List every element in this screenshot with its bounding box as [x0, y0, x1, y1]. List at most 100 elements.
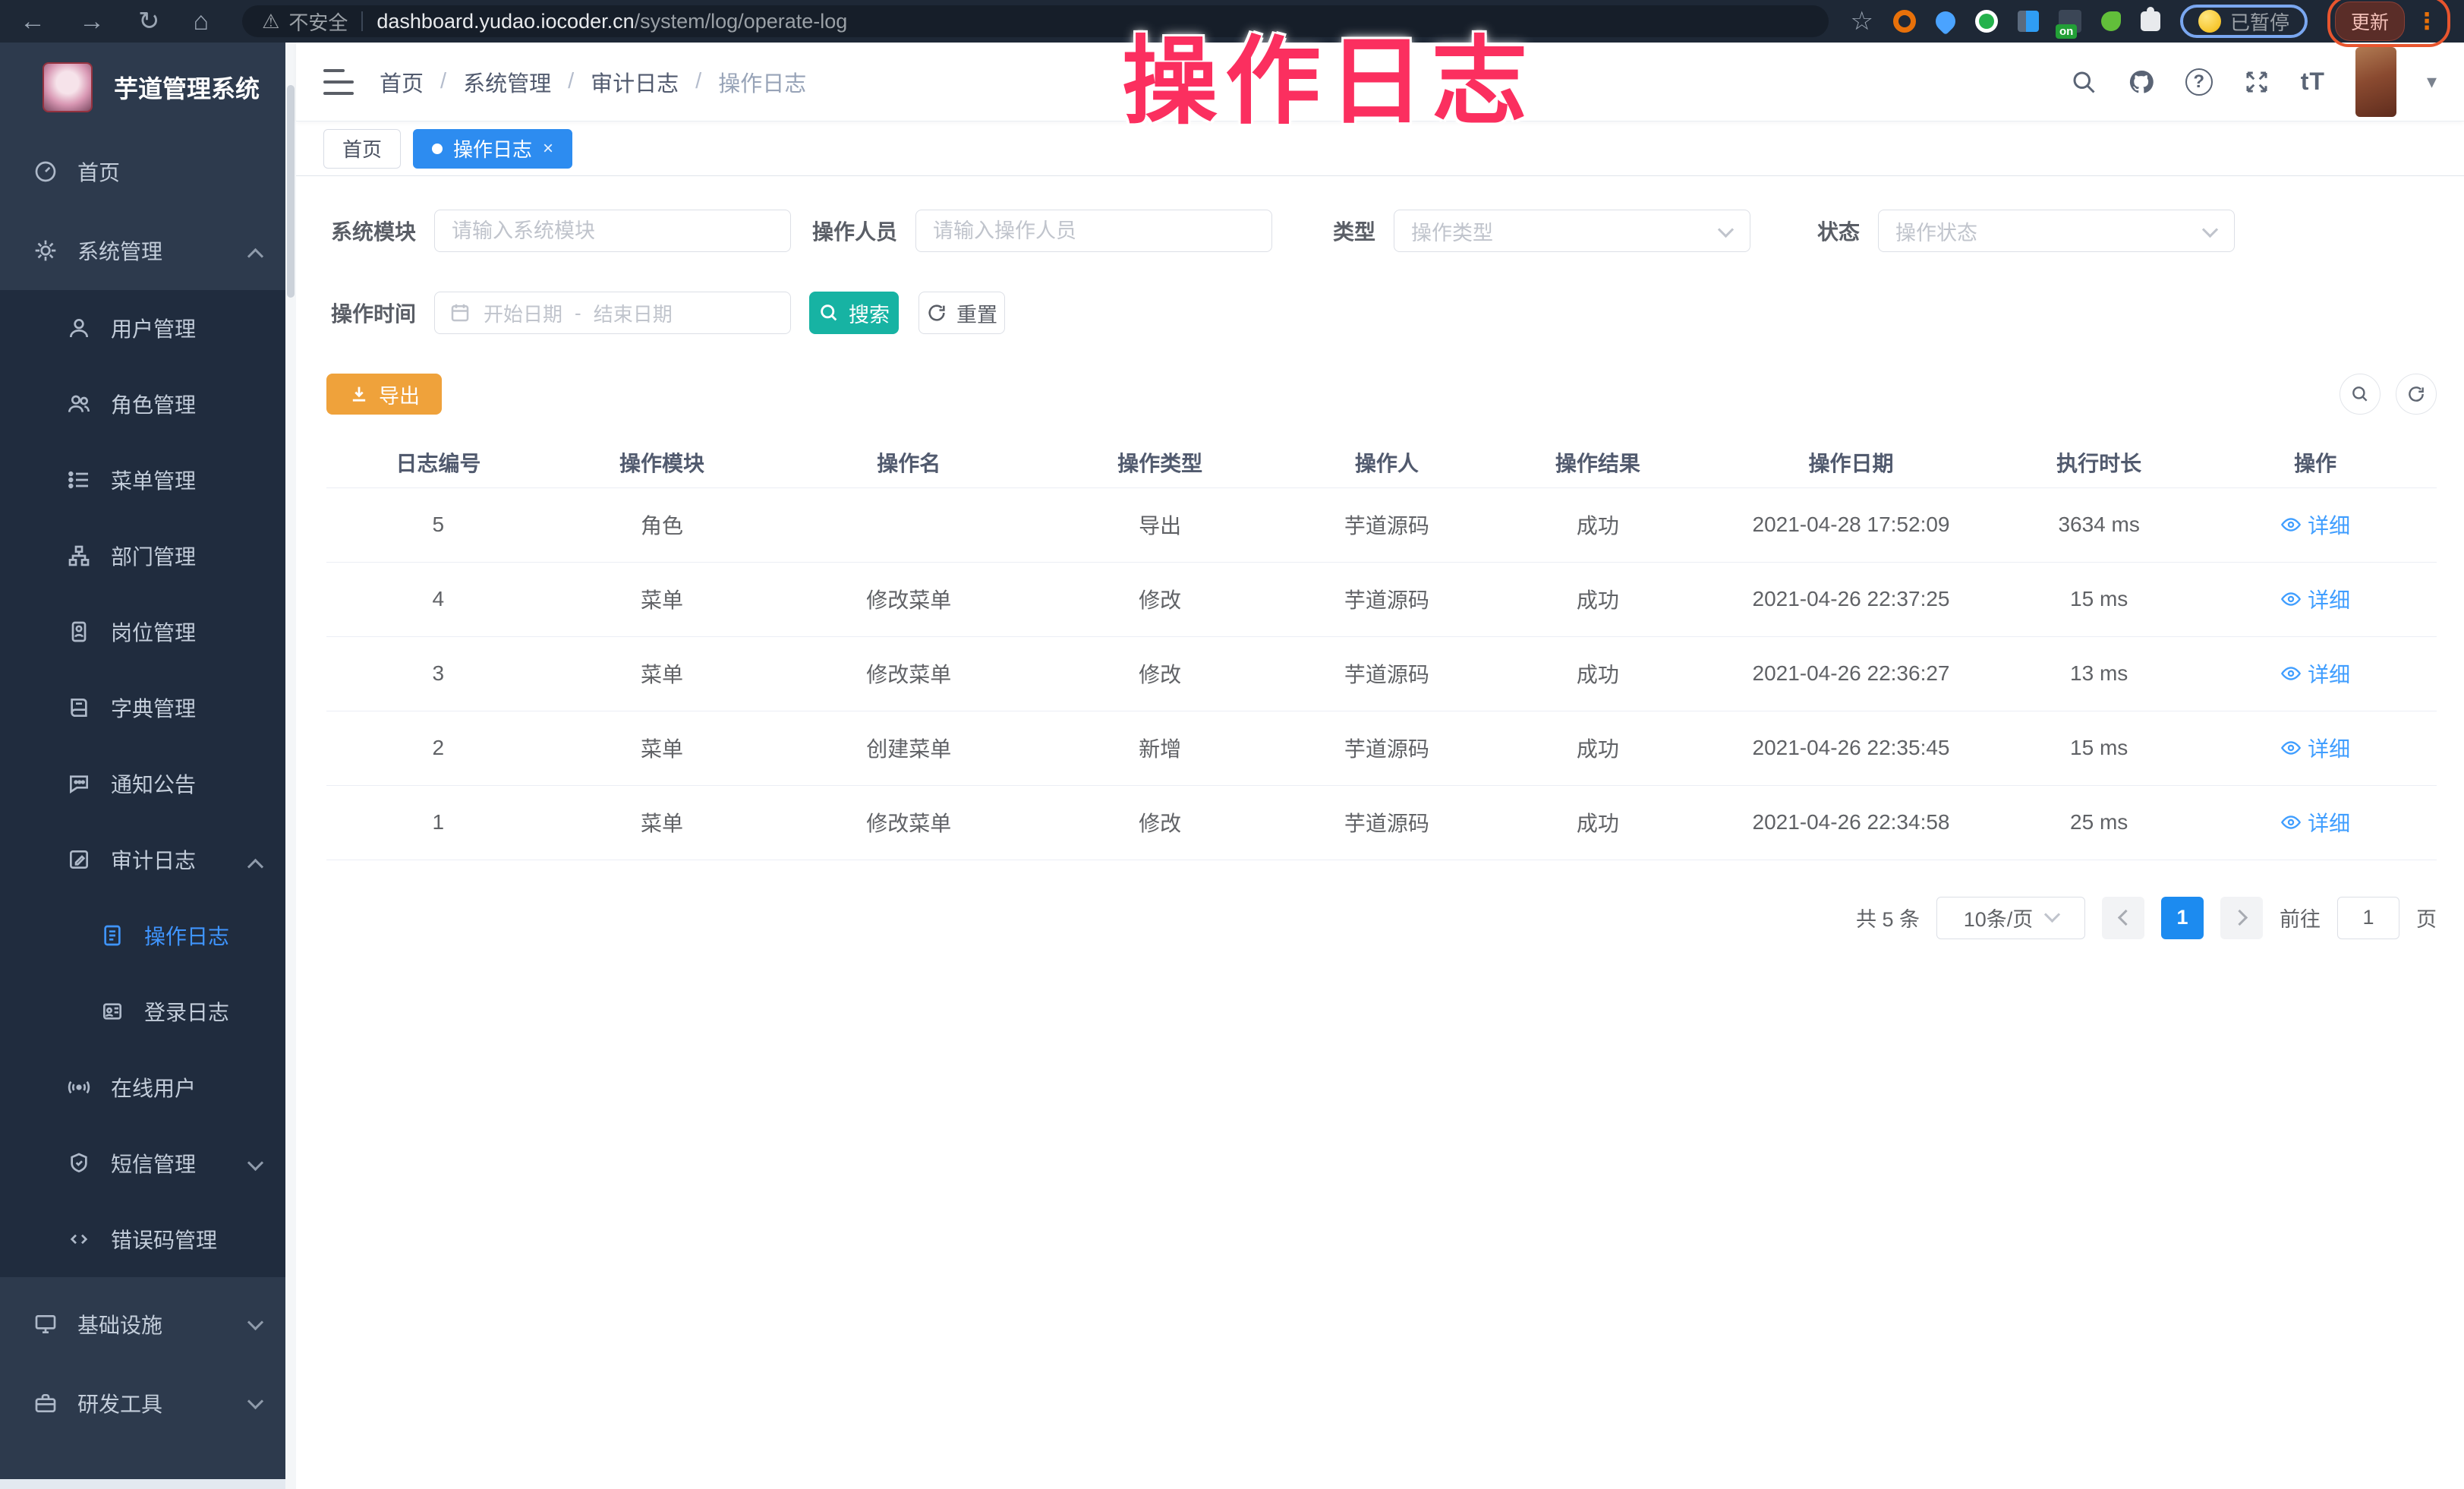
- detail-link[interactable]: 详细: [2280, 509, 2350, 540]
- address-bar[interactable]: ⚠ 不安全 dashboard.yudao.iocoder.cn /system…: [242, 5, 1829, 37]
- breadcrumb-current: 操作日志: [718, 66, 806, 98]
- sidebar-scrollbar[interactable]: [285, 43, 296, 1489]
- avatar[interactable]: [2355, 47, 2396, 117]
- user-icon: [67, 316, 91, 340]
- next-page-button[interactable]: [2220, 897, 2263, 939]
- table-row: 4菜单 修改菜单修改 芋道源码成功 2021-04-26 22:37:2515 …: [326, 562, 2437, 636]
- scrollbar-thumb[interactable]: [287, 85, 295, 298]
- app-logo-row[interactable]: 芋道管理系统: [0, 43, 296, 132]
- sidebar-item-audit-log[interactable]: 审计日志: [0, 822, 296, 898]
- sidebar-item-dev-tools[interactable]: 研发工具: [0, 1364, 296, 1443]
- paused-extension-badge[interactable]: 已暂停: [2180, 5, 2308, 38]
- chevron-down-icon: [247, 1393, 263, 1409]
- sidebar: 芋道管理系统 首页 系统管理 用户管理 角色管理 菜单管理: [0, 43, 296, 1489]
- forward-icon[interactable]: →: [79, 8, 105, 34]
- detail-link[interactable]: 详细: [2280, 733, 2350, 763]
- operator-label: 操作人员: [808, 216, 897, 246]
- close-icon[interactable]: ×: [543, 138, 553, 159]
- sidebar-item-online-users[interactable]: 在线用户: [0, 1049, 296, 1125]
- chevron-up-icon: [247, 859, 263, 875]
- operator-input[interactable]: [915, 210, 1272, 252]
- sidebar-item-departments[interactable]: 部门管理: [0, 518, 296, 594]
- home-icon[interactable]: ⌂: [194, 8, 210, 34]
- tag-operate-log[interactable]: 操作日志 ×: [413, 129, 572, 169]
- dev-tools-icon: [33, 1391, 58, 1415]
- sidebar-item-dictionary[interactable]: 字典管理: [0, 670, 296, 746]
- bookmark-star-icon[interactable]: ☆: [1850, 6, 1873, 36]
- status-label: 状态: [1817, 216, 1860, 246]
- filter-row-1: 系统模块 操作人员 类型 操作类型 状态 操作状态: [326, 210, 2437, 252]
- sidebar-item-login-log[interactable]: 登录日志: [0, 973, 296, 1049]
- sidebar-h-scrollbar[interactable]: [0, 1479, 285, 1489]
- date-range-picker[interactable]: 开始日期 - 结束日期: [434, 292, 791, 334]
- detail-link[interactable]: 详细: [2280, 584, 2350, 614]
- current-page[interactable]: 1: [2161, 897, 2204, 939]
- filter-row-2: 操作时间 开始日期 - 结束日期 搜索 重置: [326, 292, 2437, 334]
- sidebar-item-users[interactable]: 用户管理: [0, 290, 296, 366]
- reset-button[interactable]: 重置: [918, 292, 1005, 334]
- table-header-row: 日志编号 操作模块 操作名 操作类型 操作人 操作结果 操作日期 执行时长 操作: [326, 437, 2437, 487]
- prev-page-button[interactable]: [2102, 897, 2144, 939]
- eye-icon: [2280, 514, 2302, 535]
- extensions-puzzle-icon[interactable]: [2141, 11, 2160, 31]
- extension-orange-icon[interactable]: [1893, 10, 1916, 33]
- page-unit-label: 页: [2416, 903, 2437, 932]
- sidebar-item-error-codes[interactable]: 错误码管理: [0, 1201, 296, 1277]
- font-size-icon[interactable]: tT: [2301, 68, 2325, 96]
- show-search-button[interactable]: [2340, 374, 2381, 415]
- github-icon[interactable]: [2128, 68, 2155, 96]
- update-button[interactable]: 更新: [2335, 2, 2405, 41]
- sidebar-item-menus[interactable]: 菜单管理: [0, 442, 296, 518]
- sidebar-item-sms[interactable]: 短信管理: [0, 1125, 296, 1201]
- extension-drop-icon[interactable]: [1932, 8, 1960, 36]
- breadcrumb-system[interactable]: 系统管理: [463, 66, 551, 98]
- extension-bars-icon[interactable]: [2018, 11, 2039, 32]
- sidebar-item-home[interactable]: 首页: [0, 132, 296, 211]
- divider: [361, 11, 363, 31]
- module-label: 系统模块: [326, 216, 416, 246]
- module-input[interactable]: [434, 210, 791, 252]
- help-icon[interactable]: ?: [2185, 68, 2213, 96]
- menu-kebab-icon[interactable]: ⋮: [2415, 8, 2438, 35]
- extension-leaf-icon[interactable]: [2101, 11, 2121, 31]
- goto-label: 前往: [2280, 903, 2321, 932]
- hamburger-icon[interactable]: [323, 69, 354, 95]
- page-size-select[interactable]: 10条/页: [1936, 897, 2085, 939]
- type-select[interactable]: 操作类型: [1394, 210, 1750, 252]
- url-path: /system/log/operate-log: [635, 10, 848, 33]
- sidebar-item-infrastructure[interactable]: 基础设施: [0, 1285, 296, 1364]
- fullscreen-icon[interactable]: [2243, 68, 2270, 96]
- refresh-icon: [926, 302, 947, 323]
- search-icon[interactable]: [2070, 68, 2097, 96]
- end-date-placeholder: 结束日期: [594, 299, 673, 327]
- security-label[interactable]: 不安全: [288, 8, 348, 36]
- breadcrumb-home[interactable]: 首页: [380, 66, 424, 98]
- extension-switch-icon[interactable]: on: [2059, 10, 2081, 33]
- export-button[interactable]: 导出: [326, 374, 442, 415]
- status-select[interactable]: 操作状态: [1878, 210, 2235, 252]
- sidebar-item-posts[interactable]: 岗位管理: [0, 594, 296, 670]
- table-toolbar: 导出: [326, 374, 2437, 415]
- sidebar-item-system[interactable]: 系统管理: [0, 211, 296, 290]
- sidebar-item-roles[interactable]: 角色管理: [0, 366, 296, 442]
- search-button[interactable]: 搜索: [809, 292, 899, 334]
- caret-down-icon[interactable]: ▾: [2427, 70, 2437, 93]
- refresh-table-button[interactable]: [2396, 374, 2437, 415]
- breadcrumb-audit[interactable]: 审计日志: [591, 66, 679, 98]
- announcement-icon: [67, 771, 91, 796]
- page-content: 系统模块 操作人员 类型 操作类型 状态 操作状态 操作时间: [296, 176, 2464, 1489]
- reload-icon[interactable]: ↻: [138, 8, 160, 34]
- detail-link[interactable]: 详细: [2280, 658, 2350, 689]
- main-area: 首页 / 系统管理 / 审计日志 / 操作日志 ? tT ▾ 首页: [296, 43, 2464, 1489]
- extension-green-icon[interactable]: [1975, 10, 1998, 33]
- goto-page-input[interactable]: [2337, 897, 2399, 939]
- sidebar-item-announcements[interactable]: 通知公告: [0, 746, 296, 822]
- table-row: 2菜单 创建菜单新增 芋道源码成功 2021-04-26 22:35:4515 …: [326, 711, 2437, 785]
- tag-home[interactable]: 首页: [323, 129, 401, 169]
- menu-list-icon: [67, 468, 91, 492]
- detail-link[interactable]: 详细: [2280, 807, 2350, 838]
- sidebar-item-operate-log[interactable]: 操作日志: [0, 898, 296, 973]
- dictionary-icon: [67, 696, 91, 720]
- navbar-actions: ? tT ▾: [2070, 47, 2437, 117]
- back-icon[interactable]: ←: [20, 8, 46, 34]
